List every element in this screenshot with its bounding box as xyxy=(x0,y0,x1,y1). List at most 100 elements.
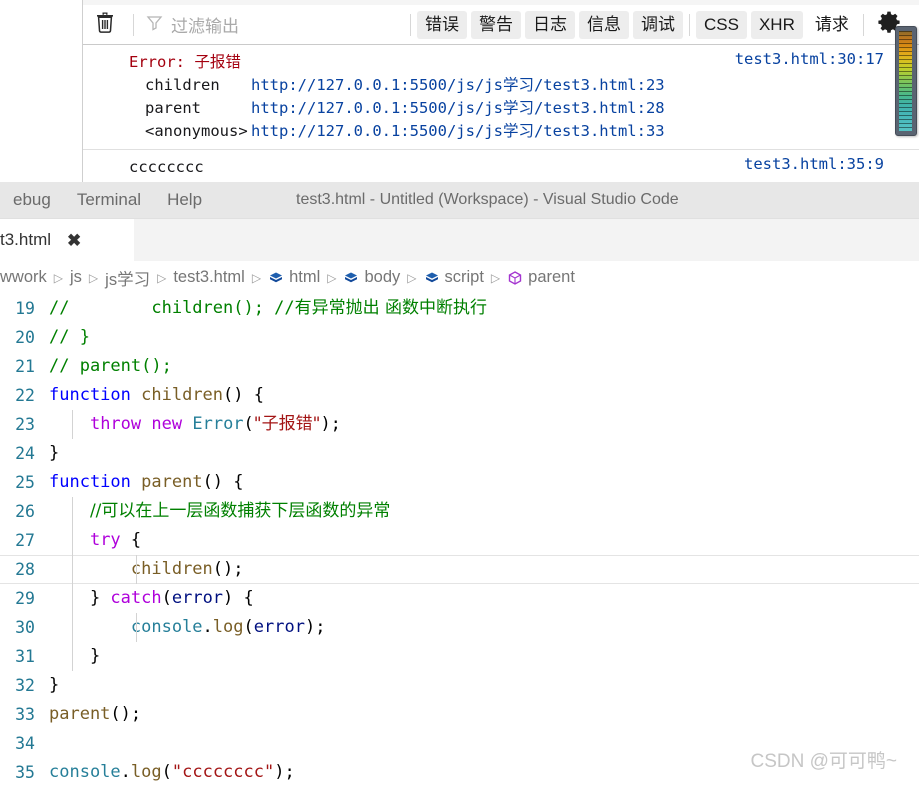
code-line[interactable]: 33 parent(); xyxy=(0,700,919,729)
breadcrumb-item-body[interactable]: body xyxy=(343,268,400,287)
code-token: error xyxy=(171,588,224,608)
code-token: new xyxy=(151,414,183,434)
stack-url[interactable]: http://127.0.0.1:5500/js/js学习/test3.html… xyxy=(251,97,665,120)
code-token: () { xyxy=(202,472,244,492)
breadcrumb-item-script[interactable]: script xyxy=(424,268,484,287)
code-token: } xyxy=(49,588,111,608)
console-log-message[interactable]: cccccccc test3.html:35:9 xyxy=(83,150,919,182)
filter-warnings[interactable]: 警告 xyxy=(471,10,521,39)
line-number: 29 xyxy=(15,589,35,608)
symbol-module-icon xyxy=(424,270,440,286)
code-token: . xyxy=(202,617,213,637)
code-token: } xyxy=(49,675,60,695)
filter-input-wrapper[interactable]: 过滤输出 xyxy=(140,11,404,39)
line-number: 27 xyxy=(15,531,35,550)
symbol-module-icon xyxy=(268,270,284,286)
code-line[interactable]: 20 // } xyxy=(0,323,919,352)
line-number: 21 xyxy=(15,357,35,376)
menu-item-help[interactable]: Help xyxy=(154,182,215,218)
indent-guide xyxy=(72,584,73,613)
screenshot-root: 过滤输出 错误 警告 日志 信息 调试 CSS XHR 请求 Error: 子报… xyxy=(0,0,919,795)
stack-url[interactable]: http://127.0.0.1:5500/js/js学习/test3.html… xyxy=(251,74,665,97)
filter-info[interactable]: 信息 xyxy=(579,10,629,39)
code-line[interactable]: 34 xyxy=(0,729,919,758)
code-line[interactable]: 22 function children() { xyxy=(0,381,919,410)
close-icon[interactable]: ✖ xyxy=(67,232,81,249)
code-line[interactable]: 27 try { xyxy=(0,526,919,555)
breadcrumb-item-html[interactable]: html xyxy=(268,268,320,287)
filter-xhr[interactable]: XHR xyxy=(750,10,803,39)
filter-requests[interactable]: 请求 xyxy=(807,11,857,39)
code-line[interactable]: 35 console.log("cccccccc"); xyxy=(0,758,919,787)
stack-function-name: children xyxy=(145,76,220,94)
code-line[interactable]: 28 children(); xyxy=(0,555,919,584)
filter-css[interactable]: CSS xyxy=(696,10,747,39)
code-line[interactable]: 30 console.log(error); xyxy=(0,613,919,642)
code-token: ); xyxy=(274,762,295,782)
code-line[interactable]: 23 throw new Error("子报错"); xyxy=(0,410,919,439)
code-line[interactable]: 19 // children(); //有异常抛出 函数中断执行 xyxy=(0,294,919,323)
code-line[interactable]: 26 //可以在上一层函数捕获下层函数的异常 xyxy=(0,497,919,526)
code-line-text: try { xyxy=(49,526,141,555)
vscode-window: ebug Terminal Help test3.html - Untitled… xyxy=(0,182,919,795)
window-title: test3.html - Untitled (Workspace) - Visu… xyxy=(296,191,679,208)
breadcrumb-separator: ▷ xyxy=(53,270,63,285)
code-line[interactable]: 25 function parent() { xyxy=(0,468,919,497)
breadcrumb-separator: ▷ xyxy=(251,270,262,285)
code-line-text: function parent() { xyxy=(49,468,244,497)
code-token: ); xyxy=(320,414,341,434)
code-line[interactable]: 21 // parent(); xyxy=(0,352,919,381)
filter-debug[interactable]: 调试 xyxy=(633,10,683,39)
code-token: function xyxy=(49,472,131,492)
code-token: ( xyxy=(161,762,172,782)
breadcrumb-label: parent xyxy=(528,268,575,286)
clear-console-button[interactable] xyxy=(83,5,127,45)
filter-errors[interactable]: 错误 xyxy=(417,10,467,39)
code-token: } xyxy=(49,646,101,666)
breadcrumb-item-jsxuexi[interactable]: js学习 xyxy=(105,266,150,290)
breadcrumb-label: wwork xyxy=(0,268,47,286)
indent-guide xyxy=(72,555,73,584)
filter-input[interactable]: 过滤输出 xyxy=(171,12,239,37)
error-source-link[interactable]: test3.html:30:17 xyxy=(735,50,884,68)
stack-function-name: parent xyxy=(145,99,201,117)
error-label: Error: xyxy=(129,53,185,71)
log-source-link[interactable]: test3.html:35:9 xyxy=(744,155,884,173)
code-line-text: //可以在上一层函数捕获下层函数的异常 xyxy=(49,497,390,526)
breadcrumb-separator: ▷ xyxy=(88,270,99,285)
breadcrumb-item-wwork[interactable]: wwork xyxy=(0,268,47,287)
code-line[interactable]: 36 xyxy=(0,787,919,794)
indent-guide xyxy=(72,642,73,671)
code-line[interactable]: 24} xyxy=(0,439,919,468)
indent-guide xyxy=(136,555,137,584)
code-token: //可以在上一层函数捕获下层函数的异常 xyxy=(89,501,391,521)
code-editor[interactable]: 19 // children(); //有异常抛出 函数中断执行 20 // } 21 /… xyxy=(0,294,919,794)
code-line[interactable]: 32} xyxy=(0,671,919,700)
code-token: children xyxy=(130,559,213,579)
indent-guide xyxy=(72,526,73,555)
code-token: // } xyxy=(49,327,90,347)
code-token: ( xyxy=(161,588,172,608)
breadcrumb-item-parent[interactable]: parent xyxy=(507,268,575,287)
code-line-text: console.log("cccccccc"); xyxy=(49,758,295,787)
stack-frame: parent http://127.0.0.1:5500/js/js学习/tes… xyxy=(83,97,919,120)
breadcrumb-separator: ▷ xyxy=(327,270,337,285)
stack-url[interactable]: http://127.0.0.1:5500/js/js学习/test3.html… xyxy=(251,120,665,143)
breadcrumb-item-js[interactable]: js xyxy=(70,268,82,287)
line-number: 20 xyxy=(15,328,35,347)
editor-tab-test3-html[interactable]: t3.html ✖ xyxy=(0,219,134,261)
menu-item-debug[interactable]: ebug xyxy=(0,182,64,218)
menu-item-terminal[interactable]: Terminal xyxy=(64,182,154,218)
breadcrumb-item-test3-html[interactable]: test3.html xyxy=(173,268,245,287)
breadcrumb-separator: ▷ xyxy=(490,270,501,285)
filter-logs[interactable]: 日志 xyxy=(525,10,575,39)
code-line[interactable]: 31 } xyxy=(0,642,919,671)
code-token: { xyxy=(120,530,142,550)
stack-frame: <anonymous> http://127.0.0.1:5500/js/js学… xyxy=(83,120,919,143)
code-token: log xyxy=(212,617,244,637)
code-line[interactable]: 29 } catch(error) { xyxy=(0,584,919,613)
console-error-message[interactable]: Error: 子报错 test3.html:30:17 children htt… xyxy=(83,46,919,150)
